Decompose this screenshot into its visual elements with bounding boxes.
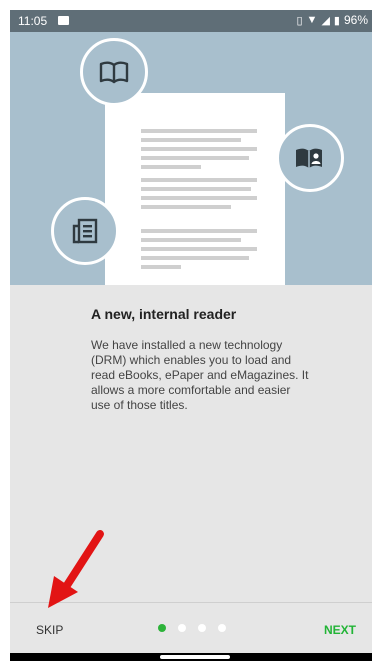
document-illustration	[105, 93, 285, 285]
newspaper-icon	[51, 197, 119, 265]
page-description: We have installed a new technology (DRM)…	[91, 338, 309, 412]
skip-button[interactable]: SKIP	[36, 623, 63, 637]
status-icons: ▯ ▼ ◢ ▮ 96%	[296, 13, 368, 27]
page-dot-4[interactable]	[218, 624, 226, 632]
status-time: 11:05	[18, 14, 48, 28]
annotation-arrow-icon	[40, 528, 110, 617]
battery-level: 96%	[343, 13, 368, 27]
page-dot-3[interactable]	[198, 624, 206, 632]
vibrate-icon: ▯	[296, 14, 303, 27]
open-book-icon	[80, 38, 148, 106]
page-indicator	[158, 624, 226, 632]
page-title: A new, internal reader	[91, 306, 237, 322]
home-handle[interactable]	[160, 655, 230, 659]
navigation-bar	[10, 653, 372, 661]
wifi-icon: ▼	[306, 14, 318, 26]
battery-icon: ▮	[333, 14, 340, 27]
next-button[interactable]: NEXT	[324, 623, 356, 637]
status-bar: 11:05 ▯ ▼ ◢ ▮ 96%	[10, 10, 372, 32]
page-dot-1[interactable]	[158, 624, 166, 632]
reader-book-icon	[276, 124, 344, 192]
signal-icon: ◢	[321, 14, 330, 27]
image-icon	[58, 16, 69, 25]
hero-illustration	[10, 32, 372, 285]
page-dot-2[interactable]	[178, 624, 186, 632]
